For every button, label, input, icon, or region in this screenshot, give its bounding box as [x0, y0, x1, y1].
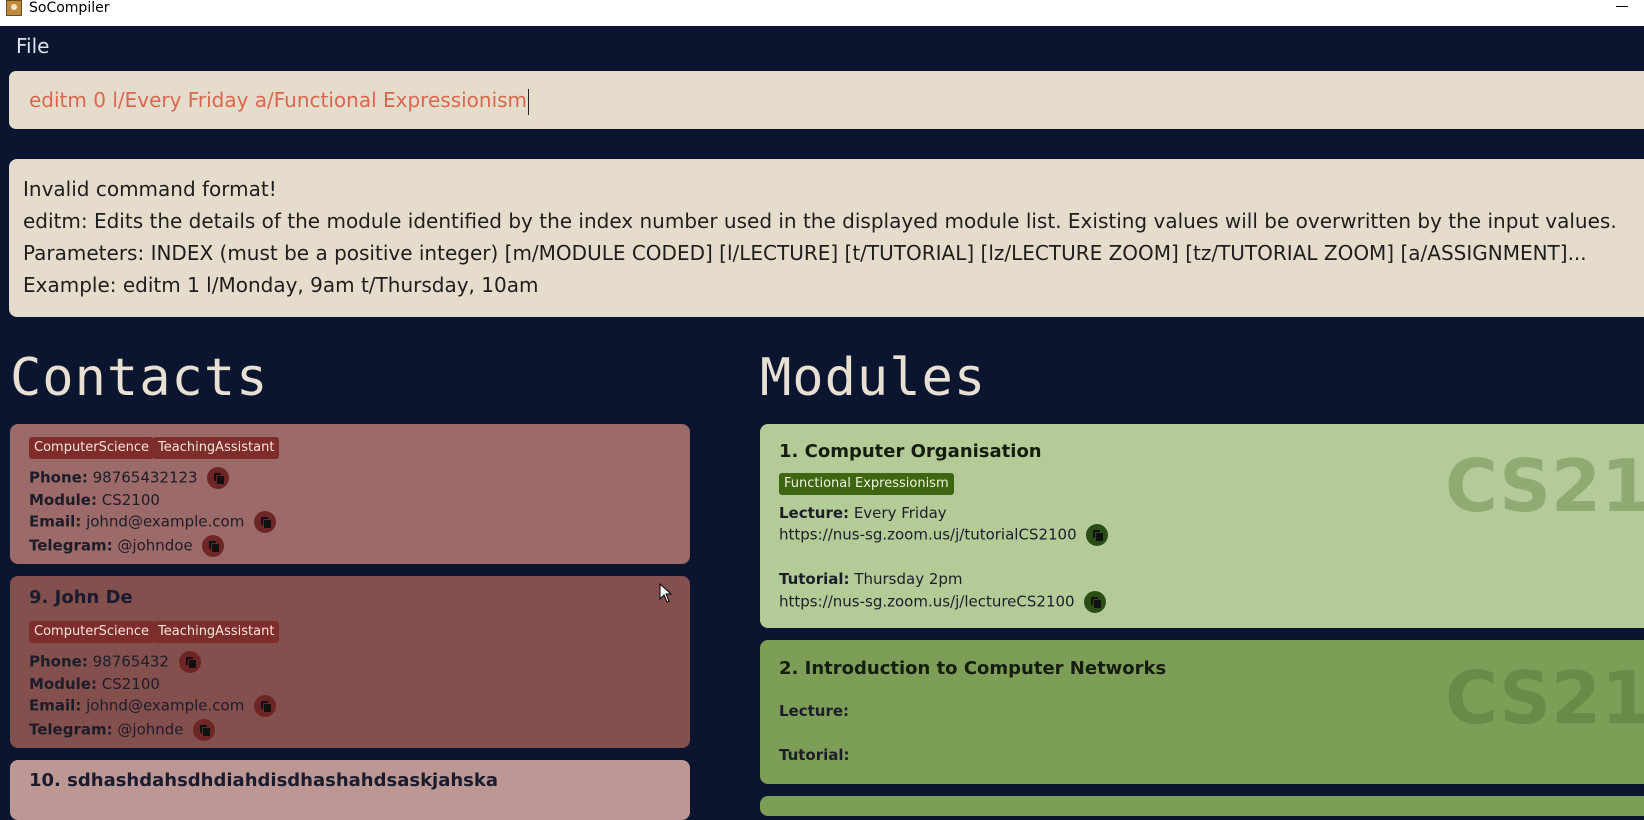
phone-field: Phone: 98765432123	[29, 467, 230, 489]
copy-icon[interactable]	[178, 651, 201, 673]
telegram-field: Telegram: @johnde	[29, 719, 216, 741]
module-value: CS2100	[101, 491, 160, 509]
email-field: Email: johnd@example.com	[29, 695, 277, 717]
result-line: Parameters: INDEX (must be a positive in…	[23, 241, 1587, 265]
lecture-link-field: https://nus-sg.zoom.us/j/tutorialCS2100	[779, 524, 1109, 546]
contact-card[interactable]: ComputerScience TeachingAssistant Phone:…	[10, 424, 690, 564]
tag: TeachingAssistant	[153, 437, 280, 459]
minimize-button[interactable]	[1616, 6, 1628, 7]
app-icon	[6, 0, 22, 16]
contact-name: 10. sdhashdahsdhdiahdisdhashahdsaskjahsk…	[29, 770, 499, 791]
text-caret	[528, 88, 530, 115]
email-value: johnd@example.com	[86, 512, 245, 531]
copy-icon[interactable]	[254, 511, 277, 533]
email-label: Email:	[29, 696, 82, 715]
contact-card[interactable]: 10. sdhashdahsdhdiahdisdhashahdsaskjahsk…	[10, 760, 690, 820]
copy-icon[interactable]	[193, 719, 216, 741]
module-card[interactable]: CS2105 2. Introduction to Computer Netwo…	[760, 640, 1644, 784]
tag: ComputerScience	[29, 437, 155, 459]
contacts-heading: Contacts	[10, 348, 269, 408]
contact-card[interactable]: 9. John De ComputerScience TeachingAssis…	[10, 576, 690, 748]
tutorial-label: Tutorial:	[779, 746, 850, 764]
lecture-value: Every Friday	[853, 504, 947, 522]
command-input-value: editm 0 l/Every Friday a/Functional Expr…	[29, 88, 528, 112]
telegram-label: Telegram:	[29, 720, 113, 739]
email-label: Email:	[29, 512, 82, 531]
phone-field: Phone: 98765432	[29, 651, 201, 673]
module-title: 2. Introduction to Computer Networks	[779, 658, 1167, 679]
email-value: johnd@example.com	[86, 696, 245, 715]
phone-label: Phone:	[29, 468, 88, 487]
copy-icon[interactable]	[254, 695, 277, 717]
module-label: Module:	[29, 491, 97, 509]
tutorial-link: https://nus-sg.zoom.us/j/lectureCS2100	[779, 592, 1075, 611]
mouse-cursor-icon	[659, 583, 673, 603]
module-card[interactable]: CS2100 1. Computer Organisation Function…	[760, 424, 1644, 628]
telegram-field: Telegram: @johndoe	[29, 535, 225, 557]
module-label: Module:	[29, 675, 97, 693]
lecture-link: https://nus-sg.zoom.us/j/tutorialCS2100	[779, 525, 1077, 544]
command-input[interactable]: editm 0 l/Every Friday a/Functional Expr…	[29, 88, 530, 115]
tag: TeachingAssistant	[153, 621, 280, 643]
copy-icon[interactable]	[202, 535, 225, 557]
menu-file[interactable]: File	[16, 34, 49, 58]
module-card[interactable]	[760, 796, 1644, 816]
phone-value: 98765432	[92, 652, 169, 671]
result-line: Invalid command format!	[23, 177, 277, 201]
command-box[interactable]: editm 0 l/Every Friday a/Functional Expr…	[9, 71, 1644, 129]
tutorial-label: Tutorial:	[779, 570, 850, 588]
title-bar: SoCompiler	[0, 0, 1644, 26]
contact-name: 9. John De	[29, 587, 133, 608]
tutorial-value: Thursday 2pm	[854, 570, 963, 588]
telegram-value: @johnde	[117, 720, 184, 739]
result-display: Invalid command format! editm: Edits the…	[9, 159, 1644, 317]
result-line: Example: editm 1 l/Monday, 9am t/Thursda…	[23, 273, 539, 297]
phone-value: 98765432123	[92, 468, 198, 487]
lecture-label: Lecture:	[779, 504, 850, 522]
telegram-label: Telegram:	[29, 536, 113, 555]
tutorial-link-field: https://nus-sg.zoom.us/j/lectureCS2100	[779, 591, 1107, 613]
email-field: Email: johnd@example.com	[29, 511, 277, 533]
result-line: editm: Edits the details of the module i…	[23, 209, 1617, 233]
lecture-label: Lecture:	[779, 702, 850, 720]
tag: Functional Expressionism	[779, 473, 954, 495]
tutorial-field: Tutorial:	[779, 746, 850, 764]
lecture-field: Lecture:	[779, 702, 849, 720]
telegram-value: @johndoe	[117, 536, 193, 555]
module-field: Module: CS2100	[29, 675, 160, 693]
module-code-watermark: CS2100	[1445, 444, 1644, 528]
module-value: CS2100	[101, 675, 160, 693]
module-code-watermark: CS2105	[1445, 656, 1644, 740]
copy-icon[interactable]	[1084, 591, 1107, 613]
copy-icon[interactable]	[1086, 524, 1109, 546]
modules-heading: Modules	[760, 348, 987, 408]
phone-label: Phone:	[29, 652, 88, 671]
module-title: 1. Computer Organisation	[779, 441, 1042, 462]
tag: ComputerScience	[29, 621, 155, 643]
window-title: SoCompiler	[29, 0, 110, 16]
module-field: Module: CS2100	[29, 491, 160, 509]
copy-icon[interactable]	[207, 467, 230, 489]
tutorial-field: Tutorial: Thursday 2pm	[779, 570, 963, 588]
lecture-field: Lecture: Every Friday	[779, 504, 947, 522]
